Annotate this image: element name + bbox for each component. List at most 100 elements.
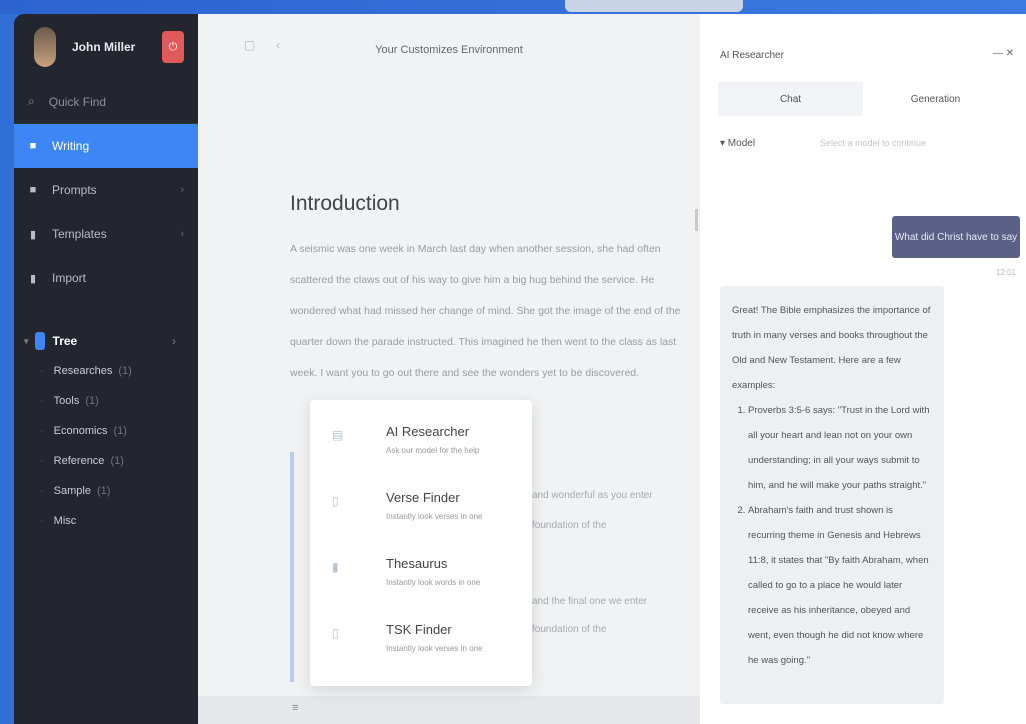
ai-panel: AI Researcher — ✕ Chat Generation ▾ Mode… — [700, 14, 1026, 724]
popup-item-subtitle: Instantly look verses in one — [386, 512, 483, 521]
tree-item-label: Misc — [53, 515, 77, 527]
tree-item[interactable]: · Economics (1) — [14, 416, 198, 446]
document-body[interactable]: Introduction A seismic was one week in M… — [290, 192, 690, 389]
bullet-icon: · — [40, 395, 44, 407]
tree-item[interactable]: · Reference (1) — [14, 446, 198, 476]
panel-header: AI Researcher — ✕ — [700, 14, 1026, 74]
tab-chat[interactable]: Chat — [718, 82, 863, 116]
document-icon: ▤ — [332, 428, 344, 442]
bookmark-icon: ▮ — [332, 560, 339, 574]
answer-intro: Great! The Bible emphasizes the importan… — [732, 305, 931, 391]
tree-item[interactable]: · Tools (1) — [14, 386, 198, 416]
sidebar-item-label: Import — [52, 271, 87, 285]
folder-icon — [34, 332, 45, 350]
chevron-down-icon: ▾ — [24, 335, 29, 346]
tree-item-count: (1) — [96, 485, 111, 497]
power-icon: ⏻ — [168, 40, 178, 53]
tree-item-count: (1) — [85, 395, 99, 407]
bullet-icon: · — [40, 515, 44, 527]
user-header: John Miller ⏻ — [14, 14, 198, 80]
popup-item-title: AI Researcher — [386, 424, 470, 439]
prompt-icon: ■ — [29, 184, 37, 196]
background-text: and the final one we enter — [532, 596, 648, 607]
answer-point: Proverbs 3:5-6 says: "Trust in the Lord … — [748, 398, 932, 498]
bullet-icon: · — [40, 365, 44, 377]
tree-item-label: Tools — [53, 395, 80, 407]
sidebar-item-import[interactable]: ▮ Import — [14, 256, 198, 300]
tree-item[interactable]: · Misc — [14, 506, 198, 536]
user-message: What did Christ have to say — [892, 216, 1020, 258]
window-top-strip — [0, 0, 1026, 14]
popup-item-tsk-finder[interactable]: ▯ TSK Finder Instantly look verses in on… — [310, 598, 532, 664]
file-icon: ▯ — [332, 626, 339, 640]
bullet-icon: · — [40, 485, 44, 497]
sidebar-item-templates[interactable]: ▮ Templates › — [14, 212, 198, 256]
document-heading: Introduction — [290, 192, 400, 215]
tree-item-label: Economics — [53, 425, 108, 437]
sidebar-item-prompts[interactable]: ■ Prompts › — [14, 168, 198, 212]
popup-item-subtitle: Ask our model for the help — [386, 446, 480, 455]
tree: ▾ Tree › · Researches (1) · Tools (1) · Econo… — [14, 326, 198, 536]
background-text: foundation of the — [532, 520, 607, 531]
editor-bottom-bar: ≡ — [198, 696, 700, 724]
import-icon: ▮ — [29, 273, 37, 285]
popup-item-title: Thesaurus — [386, 556, 448, 571]
avatar[interactable] — [34, 27, 56, 67]
popup-item-title: Verse Finder — [386, 490, 460, 505]
popup-item-title: TSK Finder — [386, 622, 452, 637]
quote-bar — [290, 452, 294, 682]
sidebar-item-label: Prompts — [52, 183, 97, 197]
editor-header: ▢ ‹ Your Customizes Environment — [198, 14, 700, 84]
bullet-icon: · — [40, 455, 44, 467]
panel-title: AI Researcher — [720, 50, 784, 61]
chevron-right-icon: › — [180, 228, 184, 240]
sidebar-item-label: Writing — [52, 139, 90, 153]
tree-item-count: (1) — [113, 425, 127, 437]
background-text: foundation of the — [532, 624, 607, 635]
panel-tabs: Chat Generation — [718, 82, 1008, 116]
popup-item-ai-researcher[interactable]: ▤ AI Researcher Ask our model for the he… — [310, 400, 532, 466]
answer-point: Abraham's faith and trust shown is recur… — [748, 498, 932, 673]
model-selector[interactable]: ▾ Model Select a model to continue — [720, 138, 1010, 149]
sidebar-item-writing[interactable]: ■ Writing — [14, 124, 198, 168]
template-icon: ▮ — [29, 229, 37, 241]
quick-find[interactable]: ⌕ Quick Find — [14, 80, 198, 124]
close-icon[interactable]: — ✕ — [993, 48, 1014, 59]
tree-root[interactable]: ▾ Tree › — [14, 326, 198, 356]
book-icon: ▯ — [332, 494, 339, 508]
address-pill[interactable] — [565, 0, 743, 12]
document-paragraph: A seismic was one week in March last day… — [290, 243, 681, 379]
pencil-icon: ■ — [29, 140, 37, 152]
search-icon: ⌕ — [28, 94, 35, 108]
chevron-right-icon: › — [180, 184, 184, 196]
tab-generation[interactable]: Generation — [863, 82, 1008, 116]
menu-icon[interactable]: ≡ — [292, 702, 298, 714]
tree-root-label: Tree — [52, 334, 78, 348]
quick-find-label: Quick Find — [48, 94, 107, 109]
model-placeholder: Select a model to continue — [820, 138, 927, 148]
model-label: ▾ Model — [720, 138, 756, 149]
tree-item[interactable]: · Researches (1) — [14, 356, 198, 386]
popup-item-thesaurus[interactable]: ▮ Thesaurus Instantly look words in one — [310, 532, 532, 598]
tree-item[interactable]: · Sample (1) — [14, 476, 198, 506]
command-popup: ▤ AI Researcher Ask our model for the he… — [310, 400, 532, 686]
user-name: John Miller — [72, 40, 136, 54]
tree-item-count: (1) — [110, 455, 124, 467]
bullet-icon: · — [40, 425, 44, 437]
sidebar: John Miller ⏻ ⌕ Quick Find ■ Writing ■ P… — [14, 14, 198, 724]
popup-item-subtitle: Instantly look words in one — [386, 578, 481, 587]
popup-item-verse-finder[interactable]: ▯ Verse Finder Instantly look verses in … — [310, 466, 532, 532]
tree-item-count: (1) — [118, 365, 132, 377]
tree-item-label: Researches — [53, 365, 113, 377]
assistant-message: Great! The Bible emphasizes the importan… — [720, 286, 944, 704]
chevron-right-icon: › — [172, 334, 176, 348]
popup-item-subtitle: Instantly look verses in one — [386, 644, 483, 653]
tree-item-label: Sample — [53, 485, 91, 497]
scroll-handle[interactable] — [695, 209, 698, 231]
document-title: Your Customizes Environment — [375, 44, 523, 56]
logout-button[interactable]: ⏻ — [162, 31, 184, 63]
message-timestamp: 12:01 — [996, 268, 1017, 277]
tree-item-label: Reference — [53, 455, 105, 467]
sidebar-item-label: Templates — [52, 227, 107, 241]
background-text: and wonderful as you enter — [532, 490, 653, 501]
